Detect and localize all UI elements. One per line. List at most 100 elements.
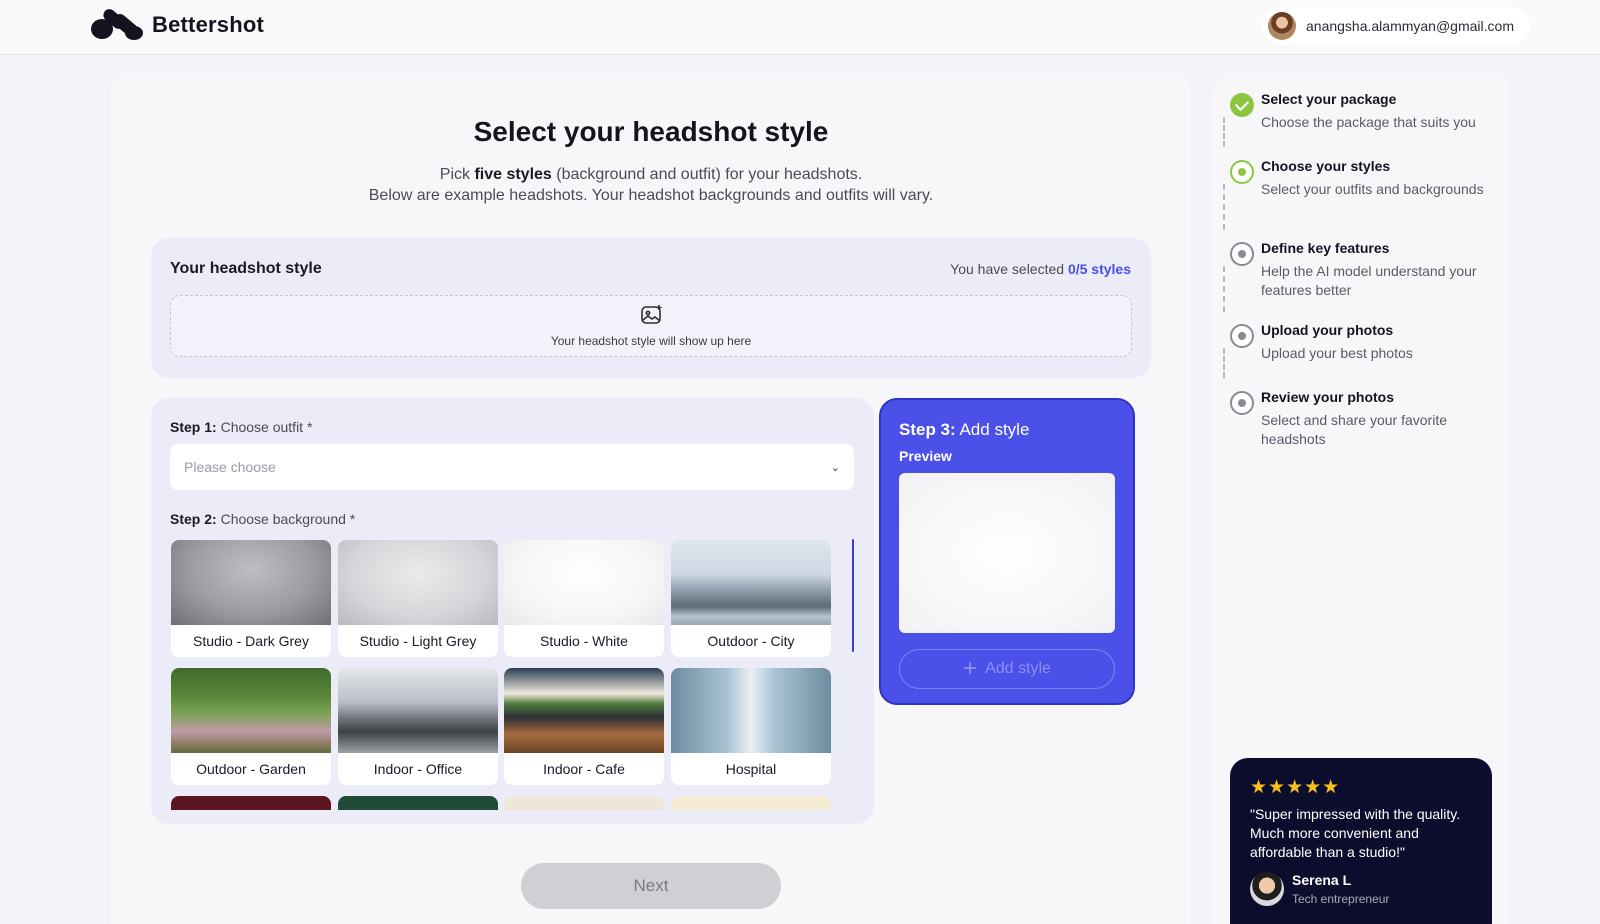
step2-label: Step 2: Choose background * [170,511,355,527]
background-thumbnail [338,668,498,753]
progress-step-desc: Select your outfits and backgrounds [1261,181,1484,197]
background-option[interactable]: Studio - Light Grey [338,540,498,657]
background-label: Studio - Light Grey [359,633,477,649]
step3-title: Step 3: Add style [899,420,1029,440]
step2-label-text: Choose background * [216,511,356,527]
background-label: Studio - White [540,633,628,649]
background-thumbnail [171,540,331,625]
background-option[interactable]: Studio - White [504,540,664,657]
progress-step-title: Choose your styles [1261,158,1391,174]
user-email: anangsha.alammyan@gmail.com [1306,18,1514,34]
step1-label: Step 1: Choose outfit * [170,419,312,435]
progress-step-title: Review your photos [1261,389,1395,405]
progress-connector [1223,184,1225,230]
outfit-select[interactable]: Please choose ⌄ [170,444,854,490]
next-button[interactable]: Next [521,863,781,909]
chevron-down-icon: ⌄ [830,462,840,474]
reviewer-name: Serena L [1292,872,1352,888]
progress-connector [1223,348,1225,378]
background-label: Outdoor - Garden [196,761,306,777]
background-thumbnail [171,668,331,753]
background-thumbnail [671,668,831,753]
background-option[interactable]: Indoor - Cafe [504,668,664,785]
background-thumbnail [338,540,498,625]
background-thumbnail [504,796,664,810]
current-step-icon [1230,160,1254,184]
background-grid-scrollbar[interactable] [852,539,854,652]
step3-label-bold: Step 3: [899,420,956,439]
selected-prefix: You have selected [950,261,1068,277]
style-box-title: Your headshot style [170,260,322,277]
add-style-card: Step 3: Add style Preview + Add style [879,398,1135,705]
progress-step-desc: Choose the package that suits you [1261,114,1476,130]
background-thumbnail [671,540,831,625]
drop-zone-text: Your headshot style will show up here [550,334,752,348]
background-label: Studio - Dark Grey [193,633,309,649]
selected-count: You have selected 0/5 styles [950,261,1131,277]
progress-connector [1223,266,1225,312]
brand-name: Bettershot [152,12,265,37]
page-subtitle: Pick five styles (background and outfit)… [111,164,1191,206]
subtitle-text: Pick [439,166,475,183]
headshot-style-box: Your headshot style You have selected 0/… [151,238,1151,378]
background-label: Hospital [725,761,777,777]
page-title: Select your headshot style [473,116,829,147]
add-style-label: Add style [985,660,1051,677]
logo-mark-icon [91,9,143,40]
pending-step-icon [1230,391,1254,415]
progress-step-title: Select your package [1261,91,1397,107]
background-thumbnail [504,668,664,753]
star-rating-icon: ★★★★★ [1250,777,1341,798]
background-option[interactable]: Indoor - Office [338,668,498,785]
background-thumbnail [671,796,831,810]
background-thumbnail [171,796,331,810]
pending-step-icon [1230,242,1254,266]
selected-count-value: 0/5 styles [1067,261,1131,277]
progress-step-desc: Select and share your favorite headshots [1261,412,1447,447]
subtitle-text: (background and outfit) for your headsho… [551,166,863,183]
background-option[interactable] [171,796,331,810]
user-menu[interactable]: anangsha.alammyan@gmail.com [1262,7,1530,45]
reviewer-avatar [1250,872,1284,906]
add-style-button[interactable]: + Add style [899,649,1115,689]
image-plus-icon [641,305,662,324]
step2-label-bold: Step 2: [170,511,217,527]
outfit-select-placeholder: Please choose [184,459,276,475]
top-header: Bettershot anangsha.alammyan@gmail.com [0,0,1600,55]
subtitle-bold: five styles [474,166,552,183]
style-preview [899,473,1115,633]
background-option[interactable]: Outdoor - Garden [171,668,331,785]
progress-connector [1223,117,1225,147]
testimonial-card: ★★★★★ "Super impressed with the quality.… [1230,758,1492,924]
progress-step-desc: Help the AI model understand your featur… [1261,263,1477,298]
pending-step-icon [1230,324,1254,348]
preview-label: Preview [899,448,952,464]
main-card: Select your headshot style Pick five sty… [111,72,1191,924]
background-option[interactable] [671,796,831,810]
step1-label-text: Choose outfit * [216,419,313,435]
style-steps-panel: Step 1: Choose outfit * Please choose ⌄ … [151,398,874,824]
reviewer-role: Tech entrepreneur [1292,892,1390,906]
background-option[interactable]: Hospital [671,668,831,785]
step3-label-text: Add style [955,420,1030,439]
testimonial-quote: "Super impressed with the quality. Much … [1250,806,1461,860]
step1-label-bold: Step 1: [170,419,217,435]
background-option[interactable]: Outdoor - City [671,540,831,657]
background-label: Indoor - Office [373,761,463,777]
style-drop-zone: Your headshot style will show up here [170,295,1132,357]
brand-logo[interactable]: Bettershot [90,9,264,41]
user-avatar [1268,12,1296,40]
background-thumbnail [504,540,664,625]
subtitle-line2: Below are example headshots. Your headsh… [368,187,934,204]
background-option[interactable] [504,796,664,810]
background-option[interactable] [338,796,498,810]
background-option[interactable]: Studio - Dark Grey [171,540,331,657]
background-label: Outdoor - City [707,633,795,649]
plus-icon: + [963,655,978,682]
background-label: Indoor - Cafe [543,761,625,777]
progress-sidebar: Select your package Choose the package t… [1212,72,1510,924]
background-grid: Studio - Dark Grey Studio - Light Grey S… [171,540,836,810]
progress-step-title: Define key features [1261,240,1390,256]
check-circle-icon [1230,93,1254,117]
background-thumbnail [338,796,498,810]
